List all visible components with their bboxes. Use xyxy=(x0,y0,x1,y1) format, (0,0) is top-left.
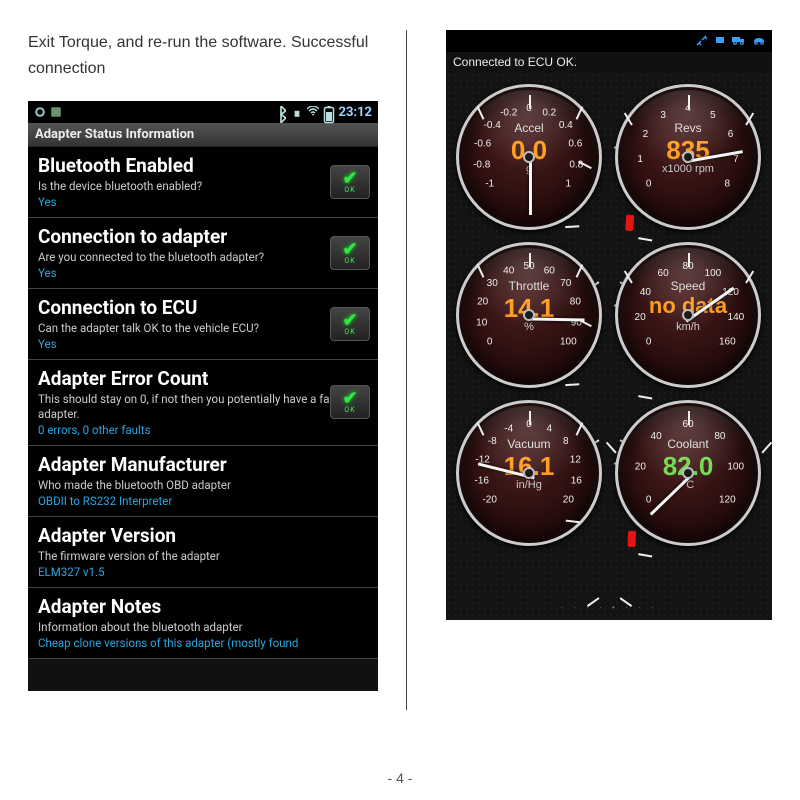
status-item[interactable]: Connection to adapter Are you connected t… xyxy=(28,218,378,289)
gauge-label: Speed xyxy=(618,279,758,293)
page-indicator-dots: · · · · • · · · xyxy=(446,603,772,612)
status-item[interactable]: Adapter Notes Information about the bluet… xyxy=(28,588,378,659)
item-value: Yes xyxy=(38,337,368,351)
item-subtitle: This should stay on 0, if not then you p… xyxy=(38,392,368,422)
gauge-unit: in/Hg xyxy=(459,479,599,491)
gauge-label: Accel xyxy=(459,121,599,135)
item-subtitle: Information about the bluetooth adapter xyxy=(38,620,368,635)
gauge-label: Vacuum xyxy=(459,437,599,451)
truck-icon xyxy=(732,34,746,49)
item-subtitle: Can the adapter talk OK to the vehicle E… xyxy=(38,321,368,336)
satellite-icon xyxy=(696,34,708,49)
screen-title: Adapter Status Information xyxy=(28,123,378,147)
phone-status-screen: 23:12 Adapter Status Information Bluetoo… xyxy=(28,101,378,691)
item-title: Adapter Manufacturer xyxy=(38,453,368,476)
item-title: Bluetooth Enabled xyxy=(38,154,368,177)
android-status-bar: 23:12 xyxy=(28,101,378,123)
item-value: Yes xyxy=(38,195,368,209)
app-icon xyxy=(50,106,62,118)
column-divider xyxy=(406,30,407,710)
caption-line-2: connection xyxy=(28,60,105,77)
item-value: Cheap clone versions of this adapter (mo… xyxy=(38,636,368,650)
battery-icon xyxy=(323,106,335,118)
gauge-revs[interactable]: 012345678Revs835x1000 rpm xyxy=(615,84,761,230)
ok-indicator: ✔OK xyxy=(330,165,370,199)
item-subtitle: Is the device bluetooth enabled? xyxy=(38,179,368,194)
phone-gauges-screen: Connected to ECU OK. -1-0.8-0.6-0.4-0.20… xyxy=(446,30,772,620)
gauge-label: Revs xyxy=(618,121,758,135)
status-list[interactable]: Bluetooth Enabled Is the device bluetooth… xyxy=(28,147,378,659)
gauge-unit: x1000 rpm xyxy=(618,163,758,175)
android-status-bar xyxy=(446,30,772,52)
chip-icon xyxy=(714,34,726,49)
page-number: - 4 - xyxy=(0,770,800,786)
item-title: Connection to adapter xyxy=(38,225,368,248)
status-item[interactable]: Adapter Manufacturer Who made the bluetoo… xyxy=(28,446,378,517)
status-item[interactable]: Adapter Error CountThis should stay on 0… xyxy=(28,360,378,446)
ok-indicator: ✔OK xyxy=(330,307,370,341)
gauge-accel[interactable]: -1-0.8-0.6-0.4-0.200.20.40.60.81Accel0.0… xyxy=(456,84,602,230)
gauge-needle xyxy=(529,157,532,215)
data-icon xyxy=(291,106,303,118)
item-value: 0 errors, 0 other faults xyxy=(38,423,368,437)
settings-icon xyxy=(34,106,46,118)
item-title: Adapter Version xyxy=(38,524,368,547)
gauge-label: Throttle xyxy=(459,279,599,293)
gauge-unit: km/h xyxy=(618,321,758,333)
ok-indicator: ✔OK xyxy=(330,385,370,419)
item-value: OBDII to RS232 Interpreter xyxy=(38,494,368,508)
status-item[interactable]: Bluetooth Enabled Is the device bluetooth… xyxy=(28,147,378,218)
wifi-icon xyxy=(307,106,319,118)
item-value: Yes xyxy=(38,266,368,280)
caption: Exit Torque, and re-run the software. Su… xyxy=(28,30,392,81)
car-icon xyxy=(752,34,766,49)
gauge-grid[interactable]: -1-0.8-0.6-0.4-0.200.20.40.60.81Accel0.0… xyxy=(446,72,772,558)
item-value: ELM327 v1.5 xyxy=(38,565,368,579)
item-subtitle: The firmware version of the adapter xyxy=(38,549,368,564)
gauge-coolant[interactable]: 020406080100120Coolant82.0°C xyxy=(615,400,761,546)
item-title: Adapter Error Count xyxy=(38,367,368,390)
item-subtitle: Who made the bluetooth OBD adapter xyxy=(38,478,368,493)
caption-line-1: Exit Torque, and re-run the software. Su… xyxy=(28,34,368,51)
status-time: 23:12 xyxy=(339,105,373,120)
gauge-unit: % xyxy=(459,321,599,333)
ok-indicator: ✔OK xyxy=(330,236,370,270)
gauge-label: Coolant xyxy=(618,437,758,451)
gauge-speed[interactable]: 020406080100120140160Speedno datakm/h xyxy=(615,242,761,388)
gauge-throttle[interactable]: 0102030405060708090100Throttle14.1% xyxy=(456,242,602,388)
status-item[interactable]: Connection to ECU Can the adapter talk OK… xyxy=(28,289,378,360)
gauge-unit: °C xyxy=(618,479,758,491)
bluetooth-icon xyxy=(275,106,287,118)
status-item[interactable]: Adapter Version The firmware version of t… xyxy=(28,517,378,588)
item-title: Connection to ECU xyxy=(38,296,368,319)
gauge-vacuum[interactable]: -20-16-12-8-4048121620Vacuum16.1in/Hg xyxy=(456,400,602,546)
connection-status: Connected to ECU OK. xyxy=(446,52,772,72)
item-subtitle: Are you connected to the bluetooth adapt… xyxy=(38,250,368,265)
item-title: Adapter Notes xyxy=(38,595,368,618)
